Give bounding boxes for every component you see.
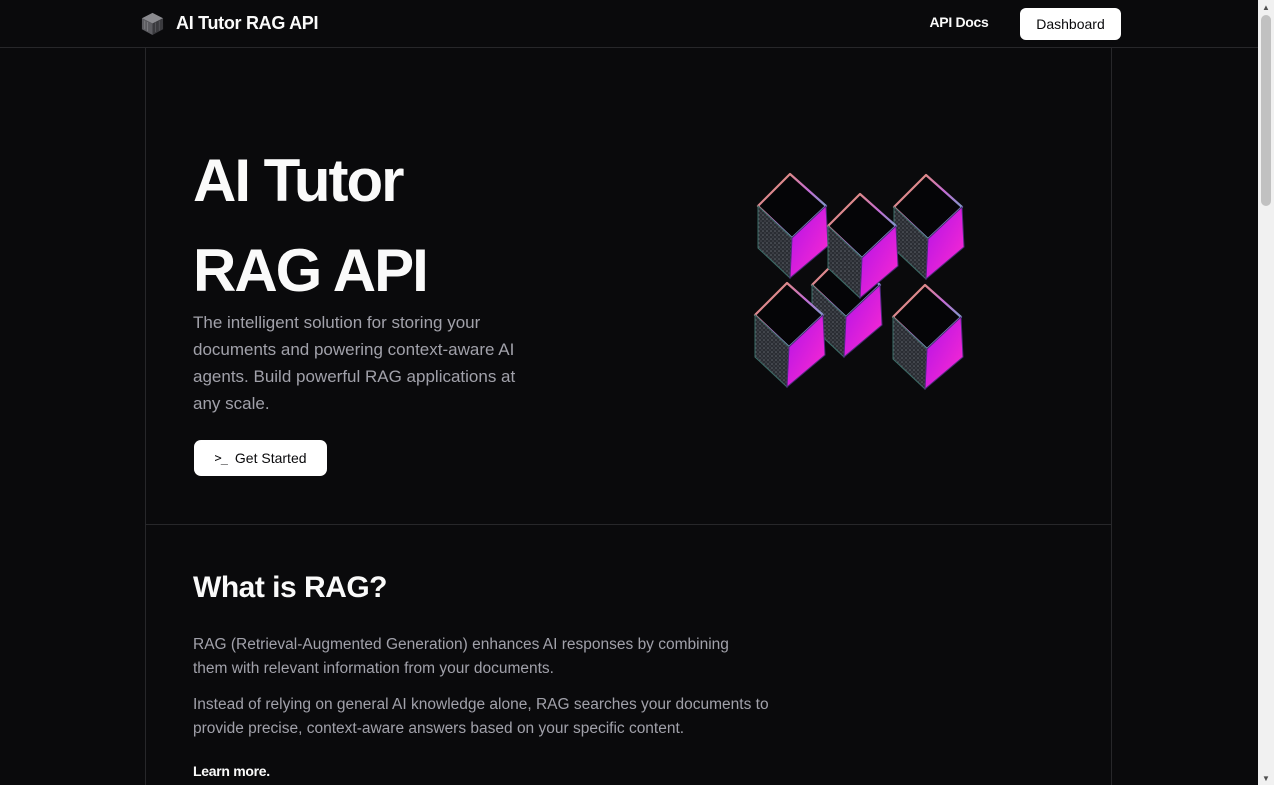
- brand-link[interactable]: AI Tutor RAG API: [140, 11, 319, 36]
- get-started-button[interactable]: >_ Get Started: [194, 440, 327, 476]
- scroll-up-arrow-icon[interactable]: ▲: [1258, 0, 1274, 14]
- section-paragraph-1: RAG (Retrieval-Augmented Generation) enh…: [193, 636, 729, 677]
- scrollbar-thumb[interactable]: [1261, 15, 1271, 206]
- content-border-right: [1111, 48, 1112, 785]
- hero-description: The intelligent solution for storing you…: [193, 313, 516, 413]
- get-started-label: Get Started: [234, 450, 307, 466]
- cubes-illustration: [753, 172, 966, 391]
- hero-title-line1: AI Tutor: [193, 147, 404, 214]
- dashboard-button[interactable]: Dashboard: [1020, 8, 1121, 40]
- section-title: What is RAG?: [193, 571, 388, 604]
- vertical-scrollbar[interactable]: ▲ ▼: [1258, 0, 1274, 785]
- api-docs-link[interactable]: API Docs: [916, 14, 1002, 30]
- top-navigation: AI Tutor RAG API API Docs Dashboard: [0, 0, 1258, 48]
- content-border-left: [145, 48, 146, 785]
- cube-logo-icon: [141, 12, 164, 36]
- terminal-icon: >_: [214, 451, 227, 465]
- scroll-down-arrow-icon[interactable]: ▼: [1258, 771, 1274, 785]
- hero-title-line2: RAG API: [193, 237, 429, 304]
- section-paragraph-2: Instead of relying on general AI knowled…: [193, 696, 769, 737]
- hero-title: AI Tutor RAG API: [193, 136, 429, 316]
- brand-name: AI Tutor RAG API: [176, 13, 319, 33]
- section-divider: [145, 524, 1112, 525]
- learn-more-link[interactable]: Learn more.: [193, 763, 270, 779]
